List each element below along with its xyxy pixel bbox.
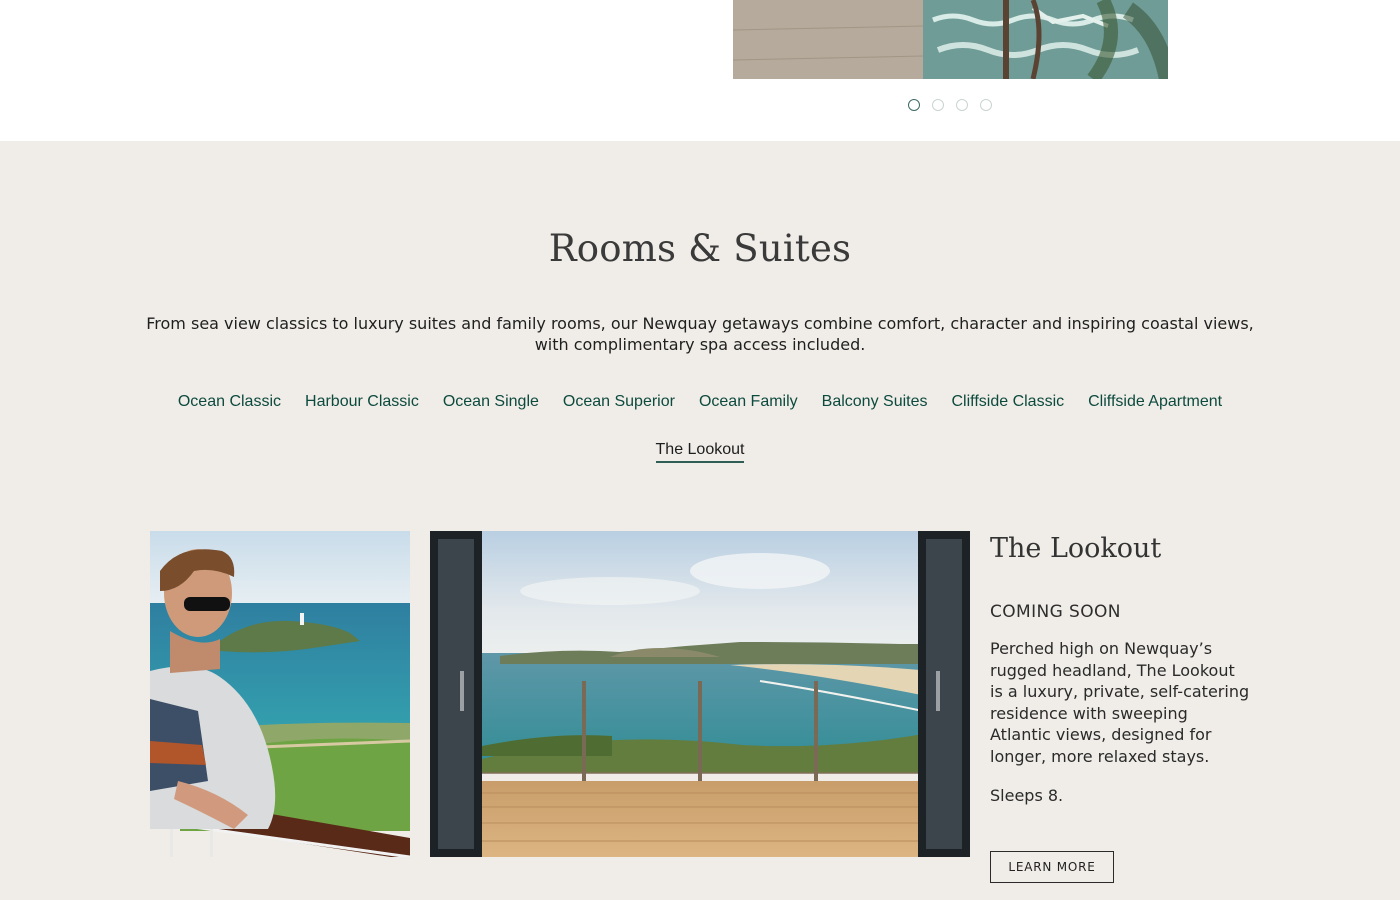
carousel-dots <box>908 99 992 111</box>
room-detail: The Lookout COMING SOON Perched high on … <box>990 531 1260 805</box>
tab-ocean-single[interactable]: Ocean Single <box>431 393 551 411</box>
lookout-view-photo <box>430 531 970 857</box>
room-description: Perched high on Newquay’s rugged headlan… <box>990 638 1260 768</box>
guest-balcony-photo <box>150 531 410 857</box>
carousel-dot-4[interactable] <box>980 99 992 111</box>
intro-line-1: From sea view classics to luxury suites … <box>146 314 1254 333</box>
pool-photo <box>733 0 1168 79</box>
tab-ocean-classic[interactable]: Ocean Classic <box>166 393 293 411</box>
tab-balcony-suites[interactable]: Balcony Suites <box>810 393 940 411</box>
description-line: is a luxury, private, self-catering <box>990 682 1250 702</box>
tab-ocean-family[interactable]: Ocean Family <box>687 393 810 411</box>
active-tab-row: The Lookout <box>0 439 1400 463</box>
learn-more-button[interactable]: LEARN MORE <box>990 851 1114 883</box>
tab-ocean-superior[interactable]: Ocean Superior <box>551 393 687 411</box>
tab-cliffside-classic[interactable]: Cliffside Classic <box>940 393 1077 411</box>
top-carousel-section <box>0 0 1400 141</box>
room-capacity: Sleeps 8. <box>990 785 1064 805</box>
description-line: Atlantic views, designed for <box>990 725 1212 745</box>
description-line: Perched high on Newquay’s <box>990 639 1213 658</box>
intro-line-2: with complimentary spa access included. <box>534 335 866 354</box>
tab-the-lookout[interactable]: The Lookout <box>655 441 745 463</box>
rooms-section: Rooms & Suites From sea view classics to… <box>0 141 1400 900</box>
room-tabs: Ocean Classic Harbour Classic Ocean Sing… <box>0 393 1400 411</box>
tab-harbour-classic[interactable]: Harbour Classic <box>293 393 431 411</box>
carousel-dot-2[interactable] <box>932 99 944 111</box>
room-title: The Lookout <box>990 533 1162 564</box>
description-line: residence with sweeping <box>990 703 1188 723</box>
carousel-dot-3[interactable] <box>956 99 968 111</box>
tab-cliffside-apartment[interactable]: Cliffside Apartment <box>1076 393 1234 411</box>
carousel-dot-1[interactable] <box>908 99 920 111</box>
section-intro: From sea view classics to luxury suites … <box>130 313 1270 355</box>
description-line: longer, more relaxed stays. <box>990 746 1210 766</box>
section-title: Rooms & Suites <box>548 227 852 270</box>
room-status: COMING SOON <box>990 602 1121 622</box>
description-line: rugged headland, The Lookout <box>990 660 1235 680</box>
